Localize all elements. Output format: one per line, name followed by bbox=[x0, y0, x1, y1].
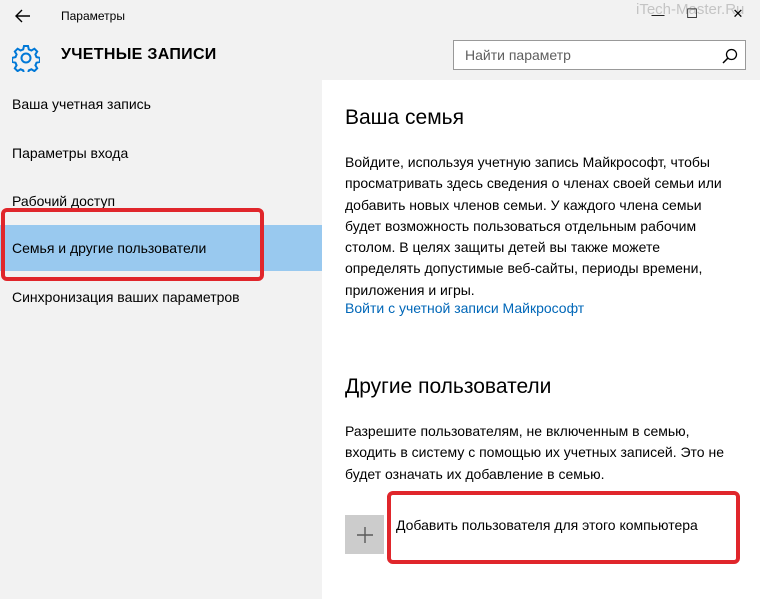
family-heading: Ваша семья bbox=[345, 106, 464, 129]
sidebar-item-your-account[interactable]: Ваша учетная запись bbox=[0, 81, 322, 127]
maximize-icon: ☐ bbox=[686, 6, 698, 21]
other-users-heading: Другие пользователи bbox=[345, 375, 552, 398]
back-button[interactable] bbox=[10, 4, 36, 28]
minimize-button[interactable]: — bbox=[646, 4, 670, 24]
other-users-description: Разрешите пользователям, не включенным в… bbox=[345, 423, 724, 482]
gear-icon bbox=[12, 45, 40, 72]
sidebar-item-label: Рабочий доступ bbox=[12, 193, 116, 209]
sidebar-item-label: Синхронизация ваших параметров bbox=[12, 289, 240, 305]
sidebar-item-label: Ваша учетная запись bbox=[12, 96, 151, 112]
family-description: Войдите, используя учетную запись Майкро… bbox=[345, 154, 722, 298]
highlight-frame-add-user bbox=[387, 491, 740, 564]
plus-icon bbox=[356, 526, 373, 543]
add-user-button[interactable] bbox=[345, 515, 384, 554]
highlight-frame-sidebar bbox=[1, 208, 264, 281]
minimize-icon: — bbox=[651, 6, 665, 22]
search-box[interactable] bbox=[453, 40, 746, 70]
sidebar-item-label: Параметры входа bbox=[12, 145, 129, 161]
window-title: Параметры bbox=[61, 9, 125, 23]
close-button[interactable]: ✕ bbox=[726, 4, 750, 24]
maximize-button[interactable]: ☐ bbox=[680, 4, 704, 24]
arrow-left-icon bbox=[15, 9, 30, 23]
sidebar-item-sign-in-options[interactable]: Параметры входа bbox=[0, 130, 322, 176]
sign-in-microsoft-link[interactable]: Войти с учетной записи Майкрософт bbox=[345, 300, 584, 316]
search-icon[interactable] bbox=[721, 47, 739, 65]
close-icon: ✕ bbox=[732, 6, 744, 21]
page-title: УЧЕТНЫЕ ЗАПИСИ bbox=[61, 46, 217, 63]
search-input[interactable] bbox=[454, 41, 709, 69]
